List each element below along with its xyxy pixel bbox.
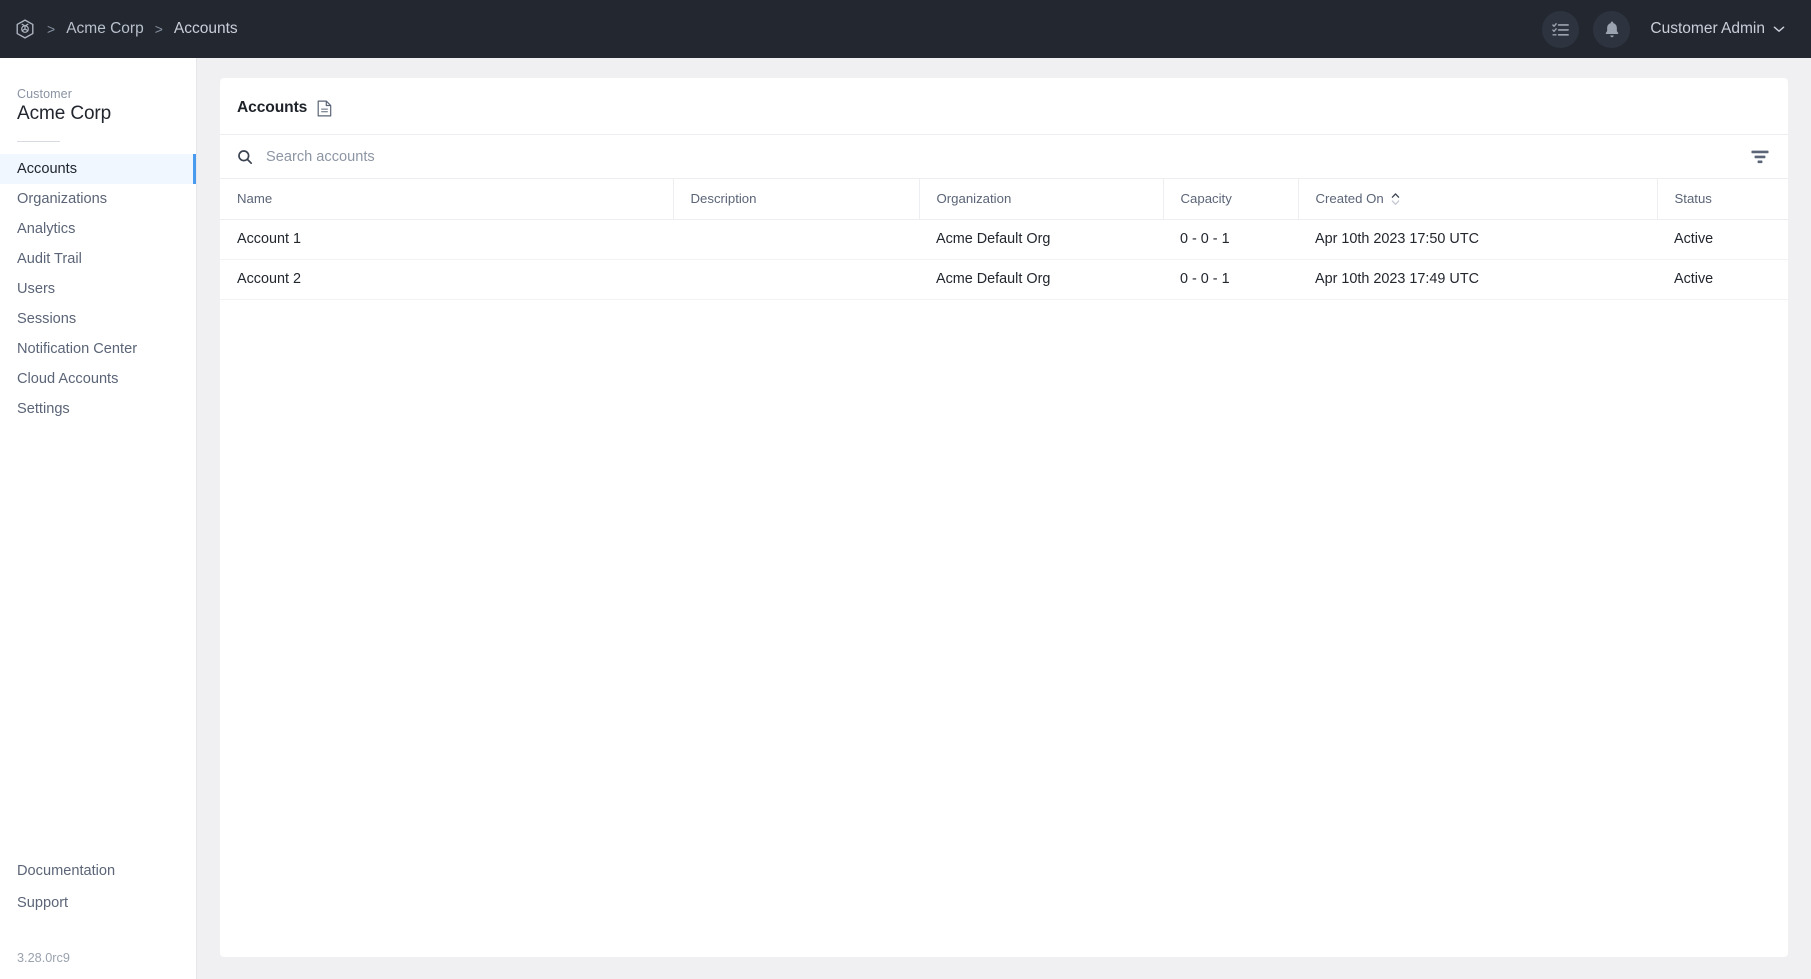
cell-organization: Acme Default Org (919, 219, 1163, 260)
sidebar-item-audit-trail[interactable]: Audit Trail (0, 244, 196, 274)
card-header: Accounts (220, 78, 1788, 135)
tasks-button[interactable] (1542, 10, 1580, 48)
column-header-organization-label: Organization (936, 191, 1012, 207)
breadcrumb-separator-2: > (154, 21, 163, 37)
sidebar-documentation-link[interactable]: Documentation (0, 855, 196, 887)
column-header-capacity[interactable]: Capacity (1163, 179, 1299, 220)
chevron-down-icon (1773, 25, 1785, 33)
breadcrumb: > Acme Corp > Accounts (14, 18, 238, 40)
top-bar-actions: Customer Admin (1542, 10, 1789, 48)
column-header-capacity-label: Capacity (1180, 191, 1232, 207)
column-header-status[interactable]: Status (1657, 179, 1788, 220)
table-empty-space (220, 300, 1788, 958)
column-header-name[interactable]: Name (220, 179, 674, 220)
accounts-table: Name Description Organization Capacity C… (220, 179, 1788, 300)
cell-description (673, 219, 919, 260)
cell-name: Account 2 (220, 259, 673, 300)
document-icon[interactable] (317, 100, 332, 117)
table-header: Name Description Organization Capacity C… (220, 179, 1788, 220)
search-icon (237, 149, 253, 165)
app-root: > Acme Corp > Accounts Customer Admin Cu… (0, 0, 1811, 979)
bell-icon (1603, 20, 1621, 39)
accounts-card: Accounts Search accounts Name Descriptio… (220, 78, 1788, 957)
column-header-created-on[interactable]: Created On (1298, 179, 1658, 220)
search-row (220, 135, 1788, 179)
notifications-button[interactable] (1593, 10, 1631, 48)
sidebar-item-sessions[interactable]: Sessions (0, 304, 196, 334)
cell-organization: Acme Default Org (919, 259, 1163, 300)
column-header-status-label: Status (1674, 191, 1712, 207)
main-content: Accounts Search accounts Name Descriptio… (197, 58, 1811, 979)
sidebar-footer: Documentation Support 3.28.0rc9 (0, 855, 196, 979)
sidebar-customer-name: Acme Corp (17, 103, 112, 124)
column-header-description-label: Description (690, 191, 757, 207)
table-header-row: Name Description Organization Capacity C… (220, 179, 1788, 220)
sidebar-item-accounts[interactable]: Accounts (0, 154, 196, 184)
sidebar-item-users[interactable]: Users (0, 274, 196, 304)
app-version: 3.28.0rc9 (17, 951, 70, 965)
sidebar-item-cloud-accounts[interactable]: Cloud Accounts (0, 364, 196, 394)
cell-status: Active (1657, 219, 1788, 260)
cell-created-on: Apr 10th 2023 17:49 UTC (1298, 259, 1657, 300)
sort-arrows-icon[interactable] (1391, 192, 1400, 206)
sidebar: Customer Acme Corp Accounts Organization… (0, 58, 197, 979)
cell-name: Account 1 (220, 219, 673, 260)
sidebar-nav: Accounts Organizations Analytics Audit T… (0, 154, 196, 424)
cell-capacity: 0 - 0 - 1 (1163, 219, 1298, 260)
breadcrumb-org-link[interactable]: Acme Corp (66, 20, 144, 38)
cell-created-on: Apr 10th 2023 17:50 UTC (1298, 219, 1657, 260)
top-bar: > Acme Corp > Accounts Customer Admin (0, 0, 1811, 58)
breadcrumb-current: Accounts (173, 20, 238, 37)
cell-description (673, 259, 919, 300)
column-header-description[interactable]: Description (673, 179, 920, 220)
column-header-organization[interactable]: Organization (919, 179, 1164, 220)
sidebar-item-organizations[interactable]: Organizations (0, 184, 196, 214)
cell-capacity: 0 - 0 - 1 (1163, 259, 1298, 300)
sidebar-item-notification-center[interactable]: Notification Center (0, 334, 196, 364)
sidebar-customer-label: Customer (17, 87, 72, 101)
sidebar-divider (17, 141, 60, 142)
checklist-icon (1551, 20, 1570, 39)
search-input[interactable] (253, 148, 1751, 165)
user-menu-label: Customer Admin (1650, 20, 1765, 37)
sidebar-item-settings[interactable]: Settings (0, 394, 196, 424)
cell-status: Active (1657, 259, 1788, 300)
cube-icon[interactable] (14, 18, 36, 40)
sidebar-support-link[interactable]: Support (0, 887, 196, 919)
user-menu[interactable]: Customer Admin (1650, 20, 1785, 38)
column-header-name-label: Name (237, 191, 273, 207)
page-title: Accounts (237, 99, 308, 116)
table-body: Account 1 Acme Default Org 0 - 0 - 1 Apr… (220, 219, 1788, 300)
column-header-created-on-label: Created On (1315, 191, 1384, 207)
breadcrumb-separator-1: > (47, 21, 56, 37)
table-row[interactable]: Account 2 Acme Default Org 0 - 0 - 1 Apr… (220, 259, 1788, 300)
table-row[interactable]: Account 1 Acme Default Org 0 - 0 - 1 Apr… (220, 219, 1788, 260)
filter-icon[interactable] (1751, 150, 1769, 164)
sidebar-item-analytics[interactable]: Analytics (0, 214, 196, 244)
